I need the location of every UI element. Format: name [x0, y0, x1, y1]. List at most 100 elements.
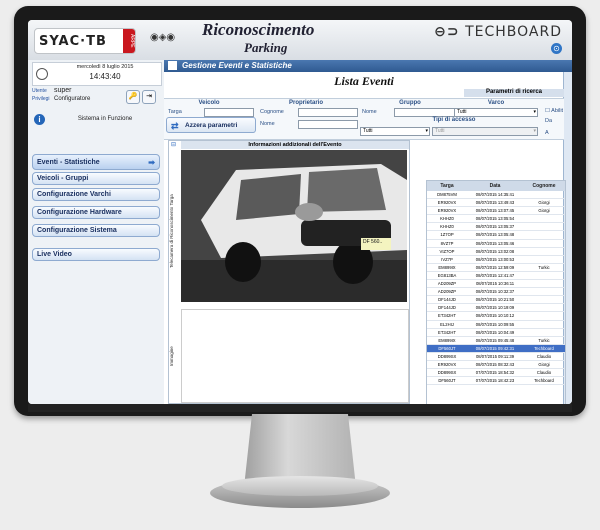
- tipi-select-2[interactable]: Tutti ▾: [432, 127, 538, 136]
- pencil-icon: [168, 61, 177, 70]
- cell-data: 08/07/2015 10:32:37: [475, 289, 515, 295]
- cell-cognome: [523, 288, 565, 295]
- table-row[interactable]: VIZ7OP 08/07/2015 13:02:08: [427, 248, 565, 256]
- table-row[interactable]: DD899SX 08/07/2015 09:11:39 Claudio: [427, 353, 565, 361]
- cell-cognome: [523, 191, 565, 198]
- table-row[interactable]: EL2HIJ 08/07/2015 10:09:55: [427, 321, 565, 329]
- cell-targa: DM875VM: [437, 192, 457, 197]
- cell-cognome: [523, 240, 565, 247]
- list-title: Lista Eventi: [334, 74, 394, 88]
- col-data[interactable]: Data: [467, 181, 523, 191]
- table-row[interactable]: ER920VX 08/07/2015 08:32:43 Giorgi: [427, 361, 565, 370]
- cell-data: 08/07/2015 13:05:46: [475, 240, 515, 246]
- sidebar: mercoledì 8 luglio 2015 14:43:40 Utente …: [28, 60, 165, 404]
- table-row[interactable]: EG813BA 08/07/2015 12:41:47: [427, 272, 565, 281]
- section-title: Gestione Eventi e Statistiche: [182, 61, 292, 70]
- info-round-icon[interactable]: ⊙: [551, 43, 562, 54]
- cell-cognome: [523, 231, 565, 238]
- table-row[interactable]: 1Z7OP 08/07/2015 13:05:48: [427, 231, 565, 240]
- nav-label: Live Video: [37, 251, 72, 258]
- varco-select[interactable]: Tutti ▾: [454, 108, 538, 117]
- nav-configurazione-hardware[interactable]: Configurazione Hardware: [32, 206, 160, 219]
- table-row[interactable]: AD209ZP 08/07/2015 10:32:37: [427, 288, 565, 297]
- cell-cognome: Giorgi: [538, 208, 550, 214]
- a-label: A: [545, 130, 549, 136]
- nav-configurazione-varchi[interactable]: Configurazione Varchi: [32, 188, 160, 201]
- cell-targa: AD209ZP: [437, 281, 457, 287]
- collapse-icon[interactable]: ⊟: [171, 141, 176, 148]
- table-row[interactable]: ER920VX 08/07/2015 13:07:45 Giorgi: [427, 207, 565, 216]
- nav-configurazione-sistema[interactable]: Configurazione Sistema: [32, 224, 160, 237]
- table-row[interactable]: DD899SX 07/07/2015 18:54:32 Claudio: [427, 369, 565, 378]
- cell-cognome: Turkic: [538, 264, 550, 270]
- table-row[interactable]: ET342HT 08/07/2015 10:04:49: [427, 329, 565, 337]
- cell-data: 08/07/2015 08:32:43: [475, 361, 515, 367]
- cell-cognome: [523, 312, 565, 319]
- nome-input[interactable]: [298, 120, 358, 129]
- table-row[interactable]: EM899IX 08/07/2015 09:45:48 Turkic: [427, 337, 565, 345]
- info-icon: i: [34, 114, 45, 125]
- reset-button[interactable]: ⇄ Azzera parametri: [166, 117, 256, 133]
- search-filters: Veicolo Targa ⇄ Azzera parametri Proprie…: [164, 98, 564, 140]
- table-row[interactable]: KHHZ0 08/07/2015 13:05:54: [427, 215, 565, 224]
- tipi-select[interactable]: Tutti ▾: [360, 127, 430, 136]
- table-row[interactable]: KHHZ0 08/07/2015 13:05:37: [427, 223, 565, 232]
- cell-data: 08/07/2015 12:41:47: [475, 272, 515, 278]
- targa-input[interactable]: [204, 108, 254, 117]
- nome-label: Nome: [260, 121, 275, 127]
- cell-data: 08/07/2015 13:05:37: [475, 224, 515, 230]
- table-row[interactable]: 8VZ7P 08/07/2015 13:05:46: [427, 240, 565, 248]
- cell-targa: ER920VX: [437, 361, 457, 367]
- monitor-bezel: [28, 404, 572, 412]
- main-panel: Gestione Eventi e Statistiche Lista Even…: [164, 60, 572, 404]
- varco-title: Varco: [487, 100, 505, 106]
- cell-data: 08/07/2015 13:49:43: [475, 200, 515, 206]
- col-targa[interactable]: Targa: [427, 181, 467, 191]
- clock-icon: [36, 68, 48, 80]
- table-row[interactable]: DF144JD 08/07/2015 10:21:50: [427, 296, 565, 305]
- cell-targa: DD899SX: [437, 370, 457, 376]
- logo-text: SYAC·TB: [39, 33, 107, 49]
- cell-data: 08/07/2015 09:11:39: [475, 353, 515, 359]
- table-row[interactable]: DF560JT 08/07/2015 09:42:31 Techboard: [427, 344, 565, 353]
- nav-live-video[interactable]: Live Video: [32, 248, 160, 261]
- cell-cognome: [523, 321, 565, 328]
- table-row[interactable]: AD209ZP 08/07/2015 10:36:11: [427, 280, 565, 289]
- abilit-checkbox-label[interactable]: ☐ Abilit: [545, 108, 563, 114]
- cell-data: 08/07/2015 13:05:48: [475, 232, 515, 238]
- table-row[interactable]: DF144JD 08/07/2015 10:19:09: [427, 304, 565, 313]
- cell-cognome: [523, 296, 565, 303]
- table-row[interactable]: DM875VM 08/07/2015 14:35:41: [427, 191, 565, 200]
- table-row[interactable]: DF560JT 07/07/2015 18:42:23 Techboard: [427, 377, 565, 386]
- table-header: Targa Data Cognome: [427, 181, 565, 191]
- table-row[interactable]: ET342HT 08/07/2015 10:10:12: [427, 312, 565, 321]
- cell-targa: VIZ7OP: [439, 248, 455, 254]
- key-icon[interactable]: 🔑: [126, 90, 140, 104]
- cell-data: 08/07/2015 14:35:41: [475, 192, 515, 197]
- monitor-stand-base-top: [222, 476, 378, 496]
- event-info-panel: ⊟ Informazioni addizionali dell'Evento T…: [168, 140, 410, 404]
- nav-label: Configurazione Varchi: [37, 191, 111, 198]
- abilit-label: Abilit: [551, 108, 564, 114]
- col-cognome[interactable]: Cognome: [523, 181, 565, 191]
- arrow-right-icon: ➡: [148, 158, 155, 167]
- cell-cognome: [523, 215, 565, 222]
- cell-targa: ER920VX: [437, 200, 457, 206]
- cell-cognome: [523, 223, 565, 230]
- table-row[interactable]: ER920VX 08/07/2015 13:49:43 Giorgi: [427, 199, 565, 208]
- nav-label: Configurazione Sistema: [37, 227, 117, 234]
- brand-mark-icon: ⊖⊃: [434, 24, 460, 40]
- varco-value: Tutti: [457, 109, 467, 115]
- proprietario-title: Proprietario: [288, 100, 323, 106]
- logout-icon[interactable]: ⇥: [142, 90, 156, 104]
- nav-label: Eventi - Statistiche: [37, 159, 100, 166]
- table-row[interactable]: IVZ7P 08/07/2015 13:00:53: [427, 256, 565, 264]
- gruppo-input[interactable]: [394, 108, 456, 117]
- app-title: Riconoscimento: [202, 20, 315, 39]
- cell-cognome: [523, 256, 565, 263]
- nav-eventi-statistiche[interactable]: Eventi - Statistiche ➡: [32, 154, 160, 170]
- table-row[interactable]: EM899IX 08/07/2015 12:59:09 Turkic: [427, 264, 565, 272]
- nav-veicoli-gruppi[interactable]: Veicoli - Gruppi: [32, 172, 160, 185]
- brand-text: TECHBOARD: [465, 24, 562, 40]
- cognome-input[interactable]: [298, 108, 358, 117]
